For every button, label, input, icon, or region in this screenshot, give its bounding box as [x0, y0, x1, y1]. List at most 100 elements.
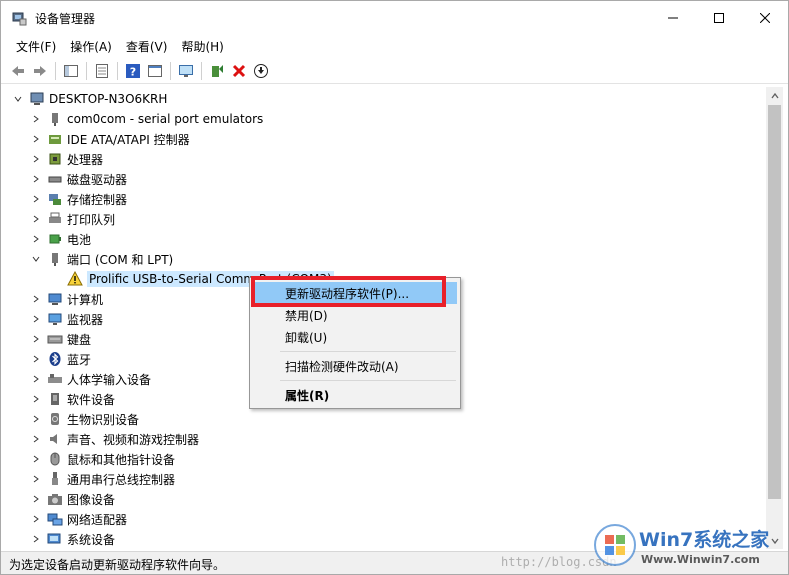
expand-chevron-icon[interactable] [29, 529, 43, 549]
tree-category[interactable]: IDE ATA/ATAPI 控制器 [29, 129, 190, 149]
action-pane-button[interactable] [144, 60, 166, 82]
expand-chevron-icon[interactable] [29, 509, 43, 529]
tree-category[interactable]: 蓝牙 [29, 349, 91, 369]
tree-category[interactable]: 人体学输入设备 [29, 369, 151, 389]
vertical-scrollbar[interactable] [766, 87, 783, 549]
expand-chevron-icon[interactable] [29, 349, 43, 369]
uninstall-menu-item[interactable]: 卸载(U) [253, 326, 457, 348]
expand-chevron-icon[interactable] [29, 409, 43, 429]
category-label: 生物识别设备 [67, 412, 140, 427]
expand-chevron-icon[interactable] [29, 389, 43, 409]
category-label: 网络适配器 [67, 512, 128, 527]
properties-toolbar-button[interactable] [91, 60, 113, 82]
expand-chevron-icon[interactable] [29, 469, 43, 489]
show-hide-console-tree-button[interactable] [60, 60, 82, 82]
expand-chevron-icon[interactable] [29, 189, 43, 209]
close-button[interactable] [742, 1, 788, 34]
properties-icon [96, 63, 108, 78]
expand-chevron-icon[interactable] [29, 109, 43, 129]
tree-category[interactable]: 声音、视频和游戏控制器 [29, 429, 199, 449]
expand-chevron-icon[interactable] [29, 209, 43, 229]
tree-category-ports[interactable]: 端口 (COM 和 LPT) [29, 249, 173, 269]
scrollbar-thumb[interactable] [768, 105, 781, 499]
expand-chevron-icon[interactable] [29, 449, 43, 469]
menu-separator [280, 380, 456, 381]
tree-category[interactable]: 生物识别设备 [29, 409, 139, 429]
window-title: 设备管理器 [35, 12, 96, 26]
tree-category[interactable]: 监视器 [29, 309, 103, 329]
expand-chevron-icon[interactable] [29, 329, 43, 349]
ide-controller-icon [47, 131, 63, 147]
tree-category[interactable]: 鼠标和其他指针设备 [29, 449, 175, 469]
tree-category[interactable]: 打印队列 [29, 209, 115, 229]
category-label: 鼠标和其他指针设备 [67, 452, 176, 467]
menu-action[interactable]: 操作(A) [63, 35, 119, 57]
tree-category[interactable]: 处理器 [29, 149, 103, 169]
disable-device-button[interactable] [250, 60, 272, 82]
watermark-logo: Win7系统之家 Www.Winwin7.com [591, 521, 787, 569]
expand-chevron-icon[interactable] [29, 429, 43, 449]
menu-help[interactable]: 帮助(H) [174, 35, 230, 57]
monitor-scan-icon [179, 64, 193, 77]
expand-chevron-icon[interactable] [29, 149, 43, 169]
tree-category[interactable]: 电池 [29, 229, 91, 249]
disk-drive-icon [47, 171, 63, 187]
collapse-chevron-icon[interactable] [29, 249, 43, 269]
disable-menu-item[interactable]: 禁用(D) [253, 304, 457, 326]
maximize-button[interactable] [696, 1, 742, 34]
tree-category[interactable]: 系统设备 [29, 529, 115, 549]
menu-view[interactable]: 查看(V) [119, 35, 175, 57]
collapse-chevron-icon[interactable] [11, 89, 25, 109]
tree-category[interactable]: 计算机 [29, 289, 103, 309]
action-pane-icon [148, 64, 162, 77]
uninstall-button[interactable] [228, 60, 250, 82]
back-button[interactable] [7, 60, 29, 82]
tree-category[interactable]: 通用串行总线控制器 [29, 469, 175, 489]
tree-category[interactable]: com0com - serial port emulators [29, 109, 263, 129]
tree-category[interactable]: 图像设备 [29, 489, 115, 509]
hid-icon [47, 371, 63, 387]
tree-category[interactable]: 存储控制器 [29, 189, 127, 209]
category-label: 通用串行总线控制器 [67, 472, 176, 487]
menu-file[interactable]: 文件(F) [9, 35, 63, 57]
menu-separator [280, 351, 456, 352]
minimize-button[interactable] [650, 1, 696, 34]
svg-text:Www.Winwin7.com: Www.Winwin7.com [641, 553, 760, 566]
category-label: 打印队列 [67, 212, 116, 227]
update-driver-icon [212, 64, 223, 77]
category-label: 端口 (COM 和 LPT) [67, 252, 174, 267]
back-arrow-icon [12, 65, 24, 76]
expand-chevron-icon[interactable] [29, 489, 43, 509]
help-toolbar-button[interactable]: ? [122, 60, 144, 82]
forward-arrow-icon [34, 65, 46, 76]
tree-root[interactable]: DESKTOP-N3O6KRH [11, 89, 167, 109]
expand-chevron-icon[interactable] [29, 309, 43, 329]
properties-menu-item[interactable]: 属性(R) [253, 384, 457, 406]
scan-hardware-button[interactable] [175, 60, 197, 82]
update-driver-button[interactable] [206, 60, 228, 82]
expand-chevron-icon[interactable] [29, 229, 43, 249]
category-label: 处理器 [67, 152, 104, 167]
keyboard-icon [47, 331, 63, 347]
svg-text:Win7系统之家: Win7系统之家 [639, 528, 770, 551]
network-icon [47, 511, 63, 527]
toolbar-separator [55, 61, 56, 80]
menu-bar: 文件(F) 操作(A) 查看(V) 帮助(H) [1, 35, 788, 57]
expand-chevron-icon[interactable] [29, 369, 43, 389]
expand-chevron-icon[interactable] [29, 289, 43, 309]
scroll-up-button[interactable] [766, 87, 783, 104]
scan-hardware-menu-item[interactable]: 扫描检测硬件改动(A) [253, 355, 457, 377]
tree-category[interactable]: 软件设备 [29, 389, 115, 409]
toolbar-separator [86, 61, 87, 80]
category-label: 键盘 [67, 332, 92, 347]
forward-button[interactable] [29, 60, 51, 82]
computer-name-label: DESKTOP-N3O6KRH [49, 92, 168, 106]
tree-category[interactable]: 网络适配器 [29, 509, 127, 529]
help-icon: ? [126, 63, 140, 78]
expand-chevron-icon[interactable] [29, 169, 43, 189]
toolbar-separator [170, 61, 171, 80]
expand-chevron-icon[interactable] [29, 129, 43, 149]
tree-category[interactable]: 键盘 [29, 329, 91, 349]
tree-category[interactable]: 磁盘驱动器 [29, 169, 127, 189]
